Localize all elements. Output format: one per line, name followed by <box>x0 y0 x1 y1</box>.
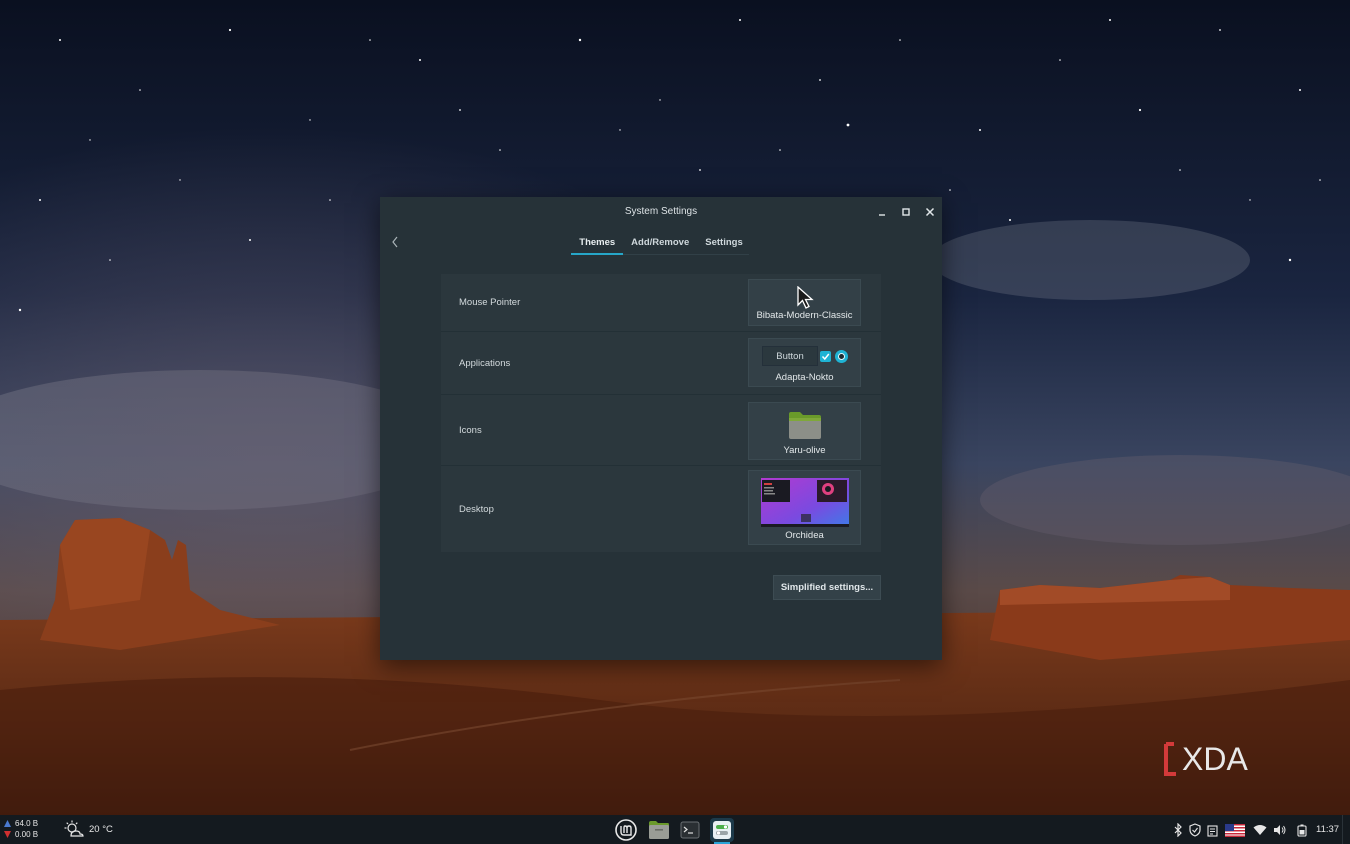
desktop-chooser[interactable]: Orchidea <box>748 470 861 545</box>
maximize-button[interactable] <box>899 205 913 219</box>
chooser-value: Yaru-olive <box>783 445 826 456</box>
row-label: Icons <box>459 424 482 436</box>
window-title: System Settings <box>624 206 698 217</box>
show-desktop-button[interactable] <box>1342 815 1350 844</box>
titlebar[interactable]: System Settings <box>380 197 942 227</box>
upload-arrow-icon <box>4 820 11 827</box>
download-rate: 0.00 B <box>15 830 39 839</box>
minimize-icon <box>879 214 885 216</box>
chooser-value: Orchidea <box>785 530 824 541</box>
taskbar: 64.0 B 0.00 B 20 °C 11:37 <box>0 815 1350 844</box>
mouse-pointer-chooser[interactable]: Bibata-Modern-Classic <box>748 279 861 326</box>
update-manager-button[interactable] <box>1188 823 1202 837</box>
system-settings-window: System Settings Themes Add/Remove Settin… <box>380 197 942 660</box>
bluetooth-button[interactable] <box>1171 823 1185 837</box>
folder-icon <box>789 412 821 439</box>
close-icon <box>925 207 935 217</box>
volume-button[interactable] <box>1273 823 1287 837</box>
xda-watermark: XDA <box>1164 741 1248 777</box>
us-flag-icon <box>1225 823 1245 837</box>
clipboard-icon <box>1206 824 1218 837</box>
temperature: 20 °C <box>89 823 113 835</box>
keyboard-layout-button[interactable] <box>1225 823 1245 837</box>
network-button[interactable] <box>1253 823 1267 837</box>
radio-preview-icon <box>835 350 848 363</box>
tab-themes[interactable]: Themes <box>571 233 624 255</box>
wifi-icon <box>1253 825 1267 835</box>
download-arrow-icon <box>4 831 11 838</box>
applications-chooser[interactable]: Button Adapta-Nokto <box>748 338 861 387</box>
bluetooth-icon <box>1174 823 1182 837</box>
clipboard-button[interactable] <box>1205 823 1219 837</box>
simplified-settings-button[interactable]: Simplified settings... <box>773 575 881 600</box>
desktop-theme-preview <box>761 478 849 527</box>
xda-text: XDA <box>1182 741 1248 777</box>
row-label: Applications <box>459 357 511 369</box>
files-icon <box>649 821 669 839</box>
theme-list: Mouse Pointer Bibata-Modern-Classic Appl… <box>441 274 881 552</box>
volume-icon <box>1274 825 1286 835</box>
system-settings-launcher[interactable] <box>710 818 734 844</box>
tab-settings[interactable]: Settings <box>697 233 750 255</box>
row-label: Desktop <box>459 503 494 515</box>
battery-icon <box>1297 824 1307 837</box>
tab-bar: Themes Add/Remove Settings <box>380 233 942 255</box>
partly-cloudy-icon <box>64 820 84 837</box>
terminal-icon <box>680 821 700 839</box>
row-desktop: Desktop Orchidea <box>441 466 881 552</box>
preview-button: Button <box>762 346 818 366</box>
row-icons: Icons Yaru-olive <box>441 395 881 466</box>
mint-menu-icon <box>615 819 637 841</box>
files-launcher[interactable] <box>647 818 671 842</box>
row-mouse-pointer: Mouse Pointer Bibata-Modern-Classic <box>441 274 881 332</box>
maximize-icon <box>902 208 910 216</box>
shield-icon <box>1189 823 1201 837</box>
minimize-button[interactable] <box>875 205 889 219</box>
close-button[interactable] <box>923 205 937 219</box>
terminal-launcher[interactable] <box>678 818 702 842</box>
upload-rate: 64.0 B <box>15 819 39 828</box>
power-button[interactable] <box>1295 823 1309 837</box>
weather-applet[interactable]: 20 °C <box>64 820 113 838</box>
system-settings-icon <box>713 821 731 839</box>
clock[interactable]: 11:37 <box>1316 824 1339 835</box>
checkbox-preview-icon <box>820 351 831 362</box>
tab-add-remove[interactable]: Add/Remove <box>623 233 697 255</box>
icons-chooser[interactable]: Yaru-olive <box>748 402 861 460</box>
mint-menu-button[interactable] <box>614 818 638 842</box>
chooser-value: Adapta-Nokto <box>775 372 834 383</box>
chooser-value: Bibata-Modern-Classic <box>756 310 853 321</box>
row-applications: Applications Button Adapta-Nokto <box>441 332 881 395</box>
network-monitor[interactable]: 64.0 B 0.00 B <box>4 818 38 840</box>
row-label: Mouse Pointer <box>459 297 521 308</box>
